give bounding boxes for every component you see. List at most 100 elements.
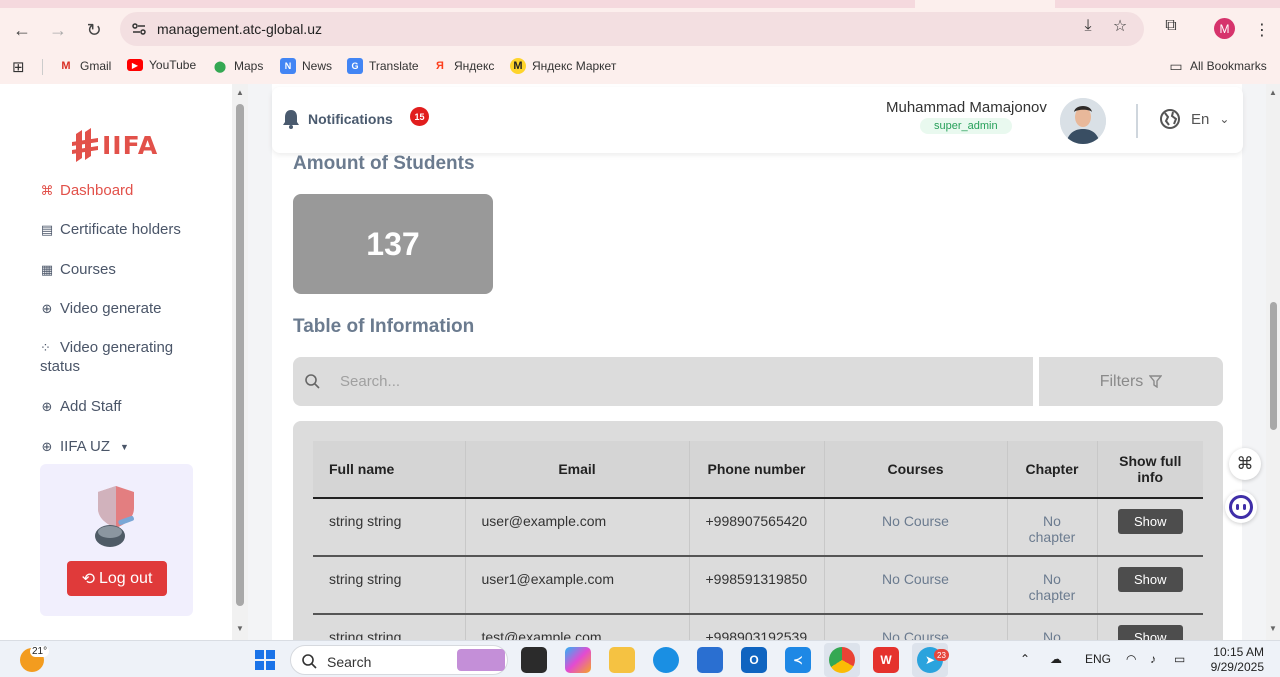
bookmark-yandex[interactable]: Я Яндекс [432,58,494,74]
logout-button[interactable]: ⟲ Log out [67,561,167,596]
battery-icon[interactable]: ▭ [1174,652,1185,666]
scroll-up-arrow-icon[interactable]: ▲ [236,88,244,97]
sidebar-item-dashboard[interactable]: ⌘ Dashboard [40,181,134,200]
bookmark-yandex-market[interactable]: M Яндекс Маркет [510,58,616,74]
reload-icon[interactable]: ↻ [81,17,107,43]
bookmark-star-icon[interactable]: ☆ [1110,16,1130,36]
sidebar: IIFA ⌘ Dashboard ▤ Certificate holders ▦… [0,84,232,640]
header-divider [1136,104,1138,138]
outlook-icon[interactable]: O [741,647,767,673]
bookmark-maps[interactable]: ⬤ Maps [212,58,264,74]
scroll-down-arrow-icon[interactable]: ▼ [236,624,244,633]
filters-label: Filters [1099,372,1144,390]
sidebar-item-label: Dashboard [60,182,134,199]
apps-grid-icon[interactable]: ⊞ [12,58,25,76]
bookmark-news[interactable]: N News [280,58,332,74]
cell-phone: +998903192539 [689,614,825,640]
language-selector[interactable]: En ⌄ [1159,108,1229,130]
cell-phone: +998907565420 [689,498,825,557]
system-clock[interactable]: 10:15 AM 9/29/2025 [1208,645,1264,675]
volume-icon[interactable]: ♪ [1150,652,1156,666]
bookmark-label: News [302,59,333,73]
chrome-icon[interactable] [829,647,855,673]
search-field[interactable]: Search... [293,357,1033,406]
logout-icon: ⟲ [81,570,95,588]
column-header-full-name: Full name [313,441,466,499]
wps-office-icon[interactable]: W [873,647,899,673]
students-count-card: 137 [293,194,493,294]
sidebar-scrollbar[interactable]: ▲ ▼ [232,84,248,640]
column-header-phone: Phone number [689,441,825,499]
page-scroll-thumb[interactable] [1270,302,1277,430]
sidebar-item-video-generate[interactable]: ⊕ Video generate [40,299,162,318]
bell-icon [283,110,299,129]
sidebar-item-certificate-holders[interactable]: ▤ Certificate holders [40,220,181,239]
user-name: Muhammad Mamajonov [886,99,1047,116]
browser-menu-icon[interactable]: ⋮ [1254,20,1270,40]
windows-logo-icon [255,650,275,670]
file-explorer-icon[interactable] [609,647,635,673]
show-button[interactable]: Show [1117,625,1183,640]
all-bookmarks[interactable]: ▭ All Bookmarks [1168,57,1266,74]
edge-icon[interactable] [653,647,679,673]
scroll-down-arrow-icon[interactable]: ▼ [1269,624,1277,633]
active-tab-edge[interactable] [915,0,1055,8]
sidebar-item-add-staff[interactable]: ⊕ Add Staff [40,397,122,416]
main-content: Notifications 15 Muhammad Mamajonov supe… [248,84,1266,640]
sidebar-item-video-generating-status[interactable]: ⁘ Video generating status [40,338,210,376]
plus-circle-icon: ⊕ [41,301,53,316]
store-icon[interactable] [697,647,723,673]
tab-strip [0,0,1280,8]
bookmarks-separator [42,59,43,75]
input-language[interactable]: ENG [1085,652,1111,666]
sidebar-scroll-thumb[interactable] [236,104,244,606]
show-button[interactable]: Show [1117,567,1183,592]
back-icon[interactable]: ← [9,17,35,43]
iifa-logo[interactable]: IIFA [72,128,158,162]
copilot-icon[interactable] [565,647,591,673]
windows-start-icon[interactable] [252,647,278,673]
bot-face-icon [1229,495,1253,519]
extensions-icon[interactable]: ⧉ [1161,16,1181,36]
profile-avatar[interactable]: M [1214,18,1235,39]
forward-icon[interactable]: → [45,17,71,43]
install-app-icon[interactable]: ⤓ [1078,16,1098,36]
bookmark-gmail[interactable]: M Gmail [58,58,111,74]
table-row: string string user@example.com +99890756… [313,498,1203,557]
bookmark-youtube[interactable]: ▶ YouTube [127,58,196,72]
cell-action: Show [1097,498,1203,557]
bookmark-label: Gmail [80,59,112,73]
bookmark-label: Яндекс [454,59,495,73]
address-bar[interactable]: management.atc-global.uz [120,12,1144,46]
sidebar-item-iifa-uz[interactable]: ⊕ IIFA UZ ▼ [40,437,129,457]
onedrive-icon[interactable]: ☁ [1050,652,1062,666]
chat-assistant-button[interactable] [1225,491,1257,523]
bookmark-translate[interactable]: G Translate [347,58,419,74]
bookmark-label: YouTube [149,58,197,72]
search-highlight-image [457,649,505,671]
vscode-icon[interactable]: ≺ [785,647,811,673]
filters-button[interactable]: Filters [1039,357,1223,406]
loader-icon: ⁘ [40,340,51,355]
sidebar-item-courses[interactable]: ▦ Courses [40,260,116,279]
show-button[interactable]: Show [1117,509,1183,534]
wifi-icon[interactable]: ◠ [1126,652,1136,666]
chevron-down-icon: ▼ [120,442,129,452]
taskbar-search[interactable]: Search [290,645,508,675]
cell-course: No Course [824,498,1008,557]
task-view-icon[interactable] [521,647,547,673]
cell-course: No Course [824,614,1008,640]
column-header-email: Email [465,441,690,499]
notifications-button[interactable]: Notifications 15 [282,107,429,129]
site-settings-icon[interactable] [130,20,148,38]
folder-icon: ▭ [1169,57,1183,74]
scroll-up-arrow-icon[interactable]: ▲ [1269,88,1277,97]
bookmarks-bar: ⊞ M Gmail ▶ YouTube ⬤ Maps N News G Translate… [0,50,1280,84]
user-avatar[interactable] [1060,98,1106,144]
show-hidden-icons-icon[interactable]: ⌃ [1020,652,1030,666]
page-scrollbar[interactable]: ▲ ▼ [1266,84,1280,640]
browser-toolbar: ← → ↻ management.atc-global.uz ⤓ ☆ ⧉ M ⋮ [0,8,1280,50]
cell-full-name: string string [313,556,466,615]
widget-grid-button[interactable]: ⌘ [1229,448,1261,480]
plus-circle-icon: ⊕ [41,399,53,414]
